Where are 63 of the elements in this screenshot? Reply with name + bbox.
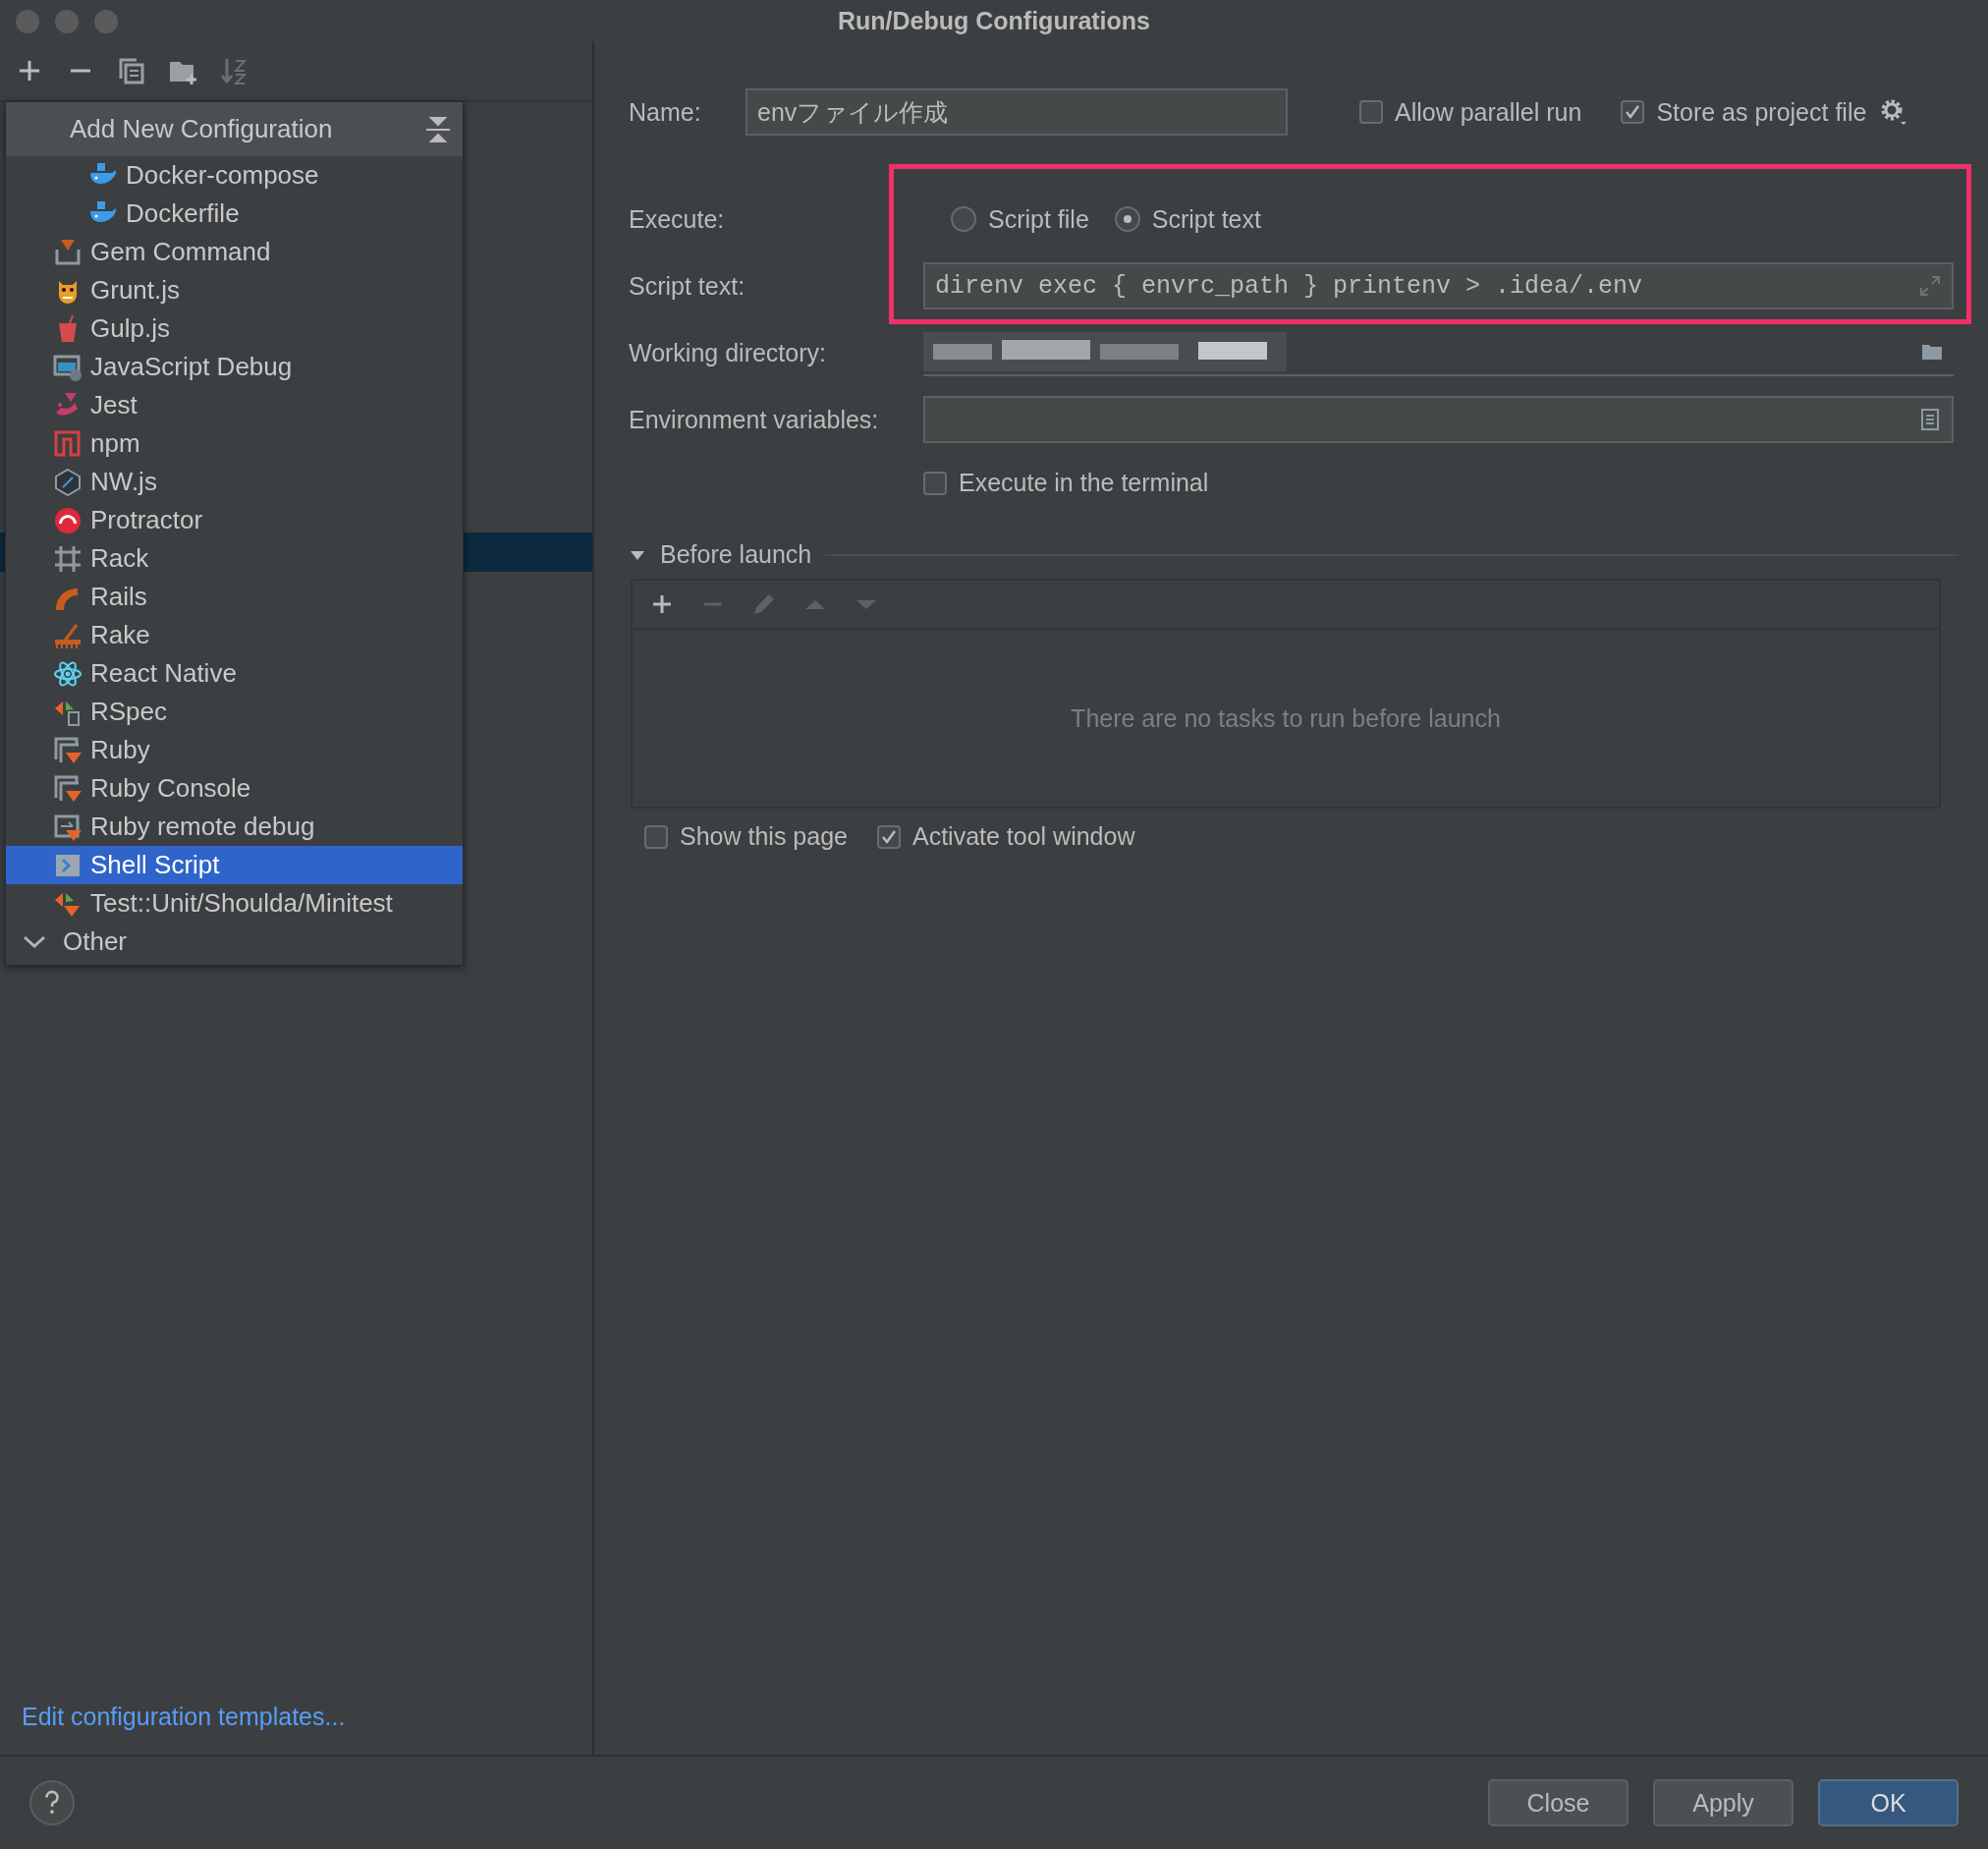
section-title: Before launch	[660, 540, 812, 569]
atom-icon	[53, 658, 83, 689]
radio-label: Script text	[1151, 204, 1261, 234]
empty-message: There are no tasks to run before launch	[1071, 703, 1501, 733]
templates-link[interactable]: Edit configuration templates...	[0, 1703, 592, 1755]
configuration-type-item[interactable]: Dockerfile	[6, 195, 463, 233]
checkbox[interactable]	[1621, 100, 1645, 124]
checkbox[interactable]	[1359, 100, 1383, 124]
field-label: Execute:	[629, 204, 726, 234]
configuration-type-item[interactable]: Ruby Console	[6, 769, 463, 808]
help-icon[interactable]	[29, 1780, 75, 1825]
window-title: Run/Debug Configurations	[838, 6, 1150, 35]
checkbox-label: Allow parallel run	[1395, 97, 1582, 127]
working-directory-field[interactable]	[923, 329, 1954, 376]
configuration-type-item[interactable]: Gulp.js	[6, 309, 463, 348]
configuration-type-item[interactable]: Ruby	[6, 731, 463, 769]
dialog-button[interactable]: Apply	[1653, 1779, 1794, 1826]
configuration-type-item[interactable]: NW.js	[6, 463, 463, 501]
environment-variables-field[interactable]	[923, 396, 1954, 443]
checkbox[interactable]	[923, 471, 947, 495]
configuration-type-item[interactable]: RSpec	[6, 693, 463, 731]
configuration-type-item[interactable]: Docker-compose	[6, 156, 463, 195]
checkbox-label: Execute in the terminal	[959, 469, 1209, 497]
popup-title: Add New Configuration	[70, 114, 333, 144]
window-gem-icon	[53, 773, 83, 804]
radio-button[interactable]	[1114, 206, 1140, 232]
configuration-type-item[interactable]: Shell Script	[6, 846, 463, 884]
dialog-button[interactable]: Close	[1488, 1779, 1629, 1826]
field-label: Script text:	[629, 271, 746, 301]
configuration-type-item[interactable]: JavaScript Debug	[6, 348, 463, 386]
configuration-type-item[interactable]: Gem Command	[6, 233, 463, 271]
configuration-type-item[interactable]: Grunt.js	[6, 271, 463, 309]
field-label: Working directory:	[629, 338, 827, 367]
configuration-type-item[interactable]: Jest	[6, 386, 463, 424]
name-field[interactable]: envファイル作成	[746, 88, 1288, 136]
document-icon[interactable]	[1918, 408, 1942, 431]
configuration-type-item[interactable]: Rake	[6, 616, 463, 654]
field-label: Name:	[629, 97, 702, 127]
configuration-type-item[interactable]: Protractor	[6, 501, 463, 539]
checkbox-label: Activate tool window	[911, 822, 1135, 851]
configuration-type-item[interactable]: npm	[6, 424, 463, 463]
gem-icon	[53, 237, 83, 267]
checkbox-label: Show this page	[680, 822, 848, 851]
configuration-type-item[interactable]: Ruby remote debug	[6, 808, 463, 846]
dialog-button[interactable]: OK	[1818, 1779, 1959, 1826]
radio-label: Script file	[988, 204, 1089, 234]
configuration-type-item[interactable]: Rails	[6, 578, 463, 616]
expand-icon[interactable]	[1918, 274, 1942, 298]
window-gem-icon	[53, 735, 83, 765]
radio-button[interactable]	[951, 206, 976, 232]
field-label: Environment variables:	[629, 405, 880, 434]
checkbox[interactable]	[876, 824, 901, 849]
checkbox[interactable]	[644, 824, 668, 849]
protractor-icon	[53, 505, 83, 535]
checkbox-label: Store as project file	[1656, 97, 1867, 127]
configuration-type-item[interactable]: Test::Unit/Shoulda/Minitest	[6, 884, 463, 923]
configuration-type-item[interactable]: React Native	[6, 654, 463, 693]
collapse-all-icon[interactable]	[423, 114, 453, 144]
grid-icon	[53, 543, 83, 574]
configuration-type-item[interactable]: Other	[6, 923, 463, 961]
script-text-field[interactable]: direnv exec { envrc_path } printenv > .idea/.env	[923, 262, 1954, 309]
configuration-type-item[interactable]: Rack	[6, 539, 463, 578]
hexagon-icon	[53, 467, 83, 497]
